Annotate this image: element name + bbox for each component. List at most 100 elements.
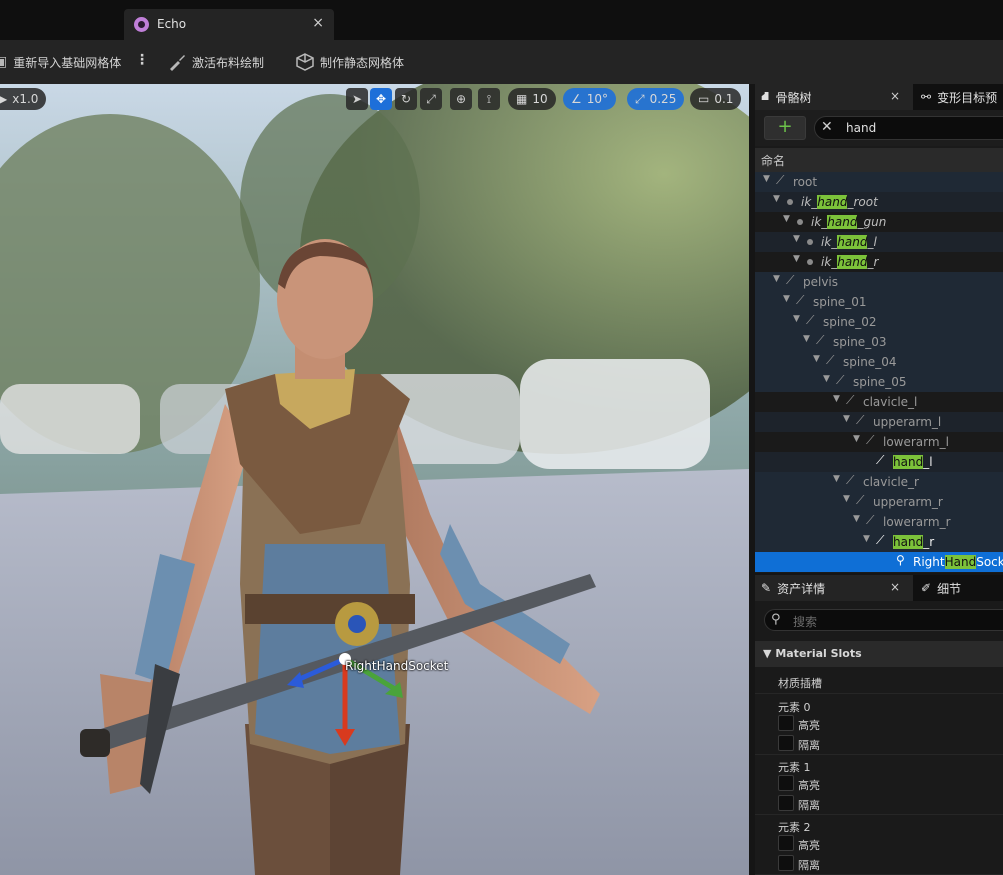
highlight-checkbox[interactable] (778, 775, 794, 791)
label-prefix: ik_ (821, 235, 838, 249)
expand-arrow-icon[interactable]: ▼ (843, 414, 850, 424)
virtual-bone-icon (807, 259, 813, 265)
tree-row[interactable]: ▼ ⟋ clavicle_l (755, 392, 1003, 412)
viewport[interactable]: ▶ x1.0 ➤ ✥ ↻ ⤢ ⊕ ⟟ ▦ 10 ∠ 10° ⤢ 0.25 ▭ 0… (0, 84, 749, 875)
tree-row[interactable]: ▼ ⟋ upperarm_r (755, 492, 1003, 512)
isolate-checkbox[interactable] (778, 795, 794, 811)
isolate-label: 隔离 (798, 799, 820, 812)
tree-row[interactable]: ▼ ik_hand_r (755, 252, 1003, 272)
divider (755, 693, 1003, 694)
tree-row[interactable]: ▼ ⟋ pelvis (755, 272, 1003, 292)
tree-row-label: root (793, 175, 817, 189)
clear-search-icon[interactable]: ✕ (821, 119, 833, 135)
expand-arrow-icon[interactable]: ▼ (783, 294, 790, 304)
skeleton-search-input[interactable]: ✕ hand (814, 116, 1003, 140)
search-highlight: Hand (944, 555, 977, 569)
select-mode-icon[interactable]: ➤ (346, 88, 368, 110)
skeleton-tree-panel: ⛘ 骨骼树 × ⚯ 变形目标预 + ✕ hand 命名 ▼ ⟋ root ▼ ik_ha… (755, 84, 1003, 573)
isolate-checkbox[interactable] (778, 735, 794, 751)
expand-arrow-icon[interactable]: ▼ (763, 174, 770, 184)
element-label: 元素 1 (778, 761, 811, 774)
translate-mode-icon[interactable]: ✥ (370, 88, 392, 110)
expand-arrow-icon[interactable]: ▼ (843, 494, 850, 504)
tree-row[interactable]: ▼ ⟋ spine_03 (755, 332, 1003, 352)
search-value: hand (846, 121, 877, 135)
tree-row[interactable]: ▼ ⟋ spine_05 (755, 372, 1003, 392)
more-options-icon[interactable]: ⋮ (135, 52, 149, 68)
label-suffix: _l (923, 455, 933, 469)
close-icon[interactable]: × (890, 89, 900, 103)
expand-arrow-icon[interactable]: ▼ (813, 354, 820, 364)
tree-row[interactable]: ▼ ⟋ lowerarm_r (755, 512, 1003, 532)
label-prefix: ik_ (821, 255, 838, 269)
highlight-checkbox[interactable] (778, 715, 794, 731)
label-suffix: _l (867, 235, 877, 249)
bone-icon: ⟋ (776, 173, 785, 187)
tab-details[interactable]: ✐ 细节 (915, 575, 1003, 601)
details-search-input[interactable]: ⚲ 搜索 (764, 609, 1003, 631)
tree-row[interactable]: ▼ ⟋ spine_04 (755, 352, 1003, 372)
tab-morph-targets[interactable]: ⚯ 变形目标预 (915, 84, 1003, 110)
expand-arrow-icon[interactable]: ▼ (803, 334, 810, 344)
activate-cloth-paint-button[interactable]: 激活布料绘制 (168, 51, 264, 73)
close-icon[interactable]: × (890, 580, 900, 594)
tree-row[interactable]: ▼ ⟋ root (755, 172, 1003, 192)
label-prefix: clavicle_l (863, 395, 918, 409)
search-highlight: hand (827, 215, 858, 229)
surface-snap-icon[interactable]: ⟟ (478, 88, 500, 110)
camera-speed-chip[interactable]: ▭ 0.1 (690, 88, 742, 110)
highlight-checkbox[interactable] (778, 835, 794, 851)
grid-snap-chip[interactable]: ▦ 10 (508, 88, 556, 110)
highlight-label: 高亮 (798, 719, 820, 732)
expand-arrow-icon[interactable]: ▼ (773, 194, 780, 204)
details-panel-tabs: ✎ 资产详情 × ✐ 细节 (755, 575, 1003, 601)
tree-row-label: lowerarm_r (883, 515, 951, 529)
tree-row-selected[interactable]: ⚲ RightHandSocket (755, 552, 1003, 572)
name-column-header[interactable]: 命名 (755, 148, 1003, 172)
expand-arrow-icon[interactable]: ▼ (823, 374, 830, 384)
material-slots-row: 材质插槽 (755, 672, 1003, 692)
expand-arrow-icon[interactable]: ▼ (833, 394, 840, 404)
grid-snap-value: 10 (532, 92, 548, 106)
expand-arrow-icon[interactable]: ▼ (863, 534, 870, 544)
tree-row-label: spine_05 (853, 375, 906, 389)
scale-mode-icon[interactable]: ⤢ (420, 88, 442, 110)
world-space-icon[interactable]: ⊕ (450, 88, 472, 110)
tree-row[interactable]: ⟋ hand_l (755, 452, 1003, 472)
speed-chip[interactable]: ▶ x1.0 (0, 88, 47, 110)
expand-arrow-icon[interactable]: ▼ (773, 274, 780, 284)
tree-row[interactable]: ▼ ⟋ upperarm_l (755, 412, 1003, 432)
scale-snap-chip[interactable]: ⤢ 0.25 (627, 88, 685, 110)
expand-arrow-icon[interactable]: ▼ (783, 214, 790, 224)
expand-arrow-icon[interactable]: ▼ (793, 314, 800, 324)
tree-row[interactable]: ▼ ⟋ spine_01 (755, 292, 1003, 312)
tree-row[interactable]: ▼ ⟋ clavicle_r (755, 472, 1003, 492)
rotation-snap-chip[interactable]: ∠ 10° (563, 88, 617, 110)
expand-arrow-icon[interactable]: ▼ (853, 434, 860, 444)
rotate-mode-icon[interactable]: ↻ (395, 88, 417, 110)
material-element-header: 元素 2 (755, 816, 1003, 836)
tree-row[interactable]: ▼ ik_hand_gun (755, 212, 1003, 232)
tree-row-label: pelvis (803, 275, 838, 289)
search-highlight: hand (893, 535, 924, 549)
tab-echo[interactable]: Echo × (124, 9, 334, 40)
expand-arrow-icon[interactable]: ▼ (793, 234, 800, 244)
tree-row[interactable]: ▼ ik_hand_l (755, 232, 1003, 252)
close-icon[interactable]: × (312, 15, 324, 31)
isolate-checkbox[interactable] (778, 855, 794, 871)
material-slots-section-header[interactable]: ▼ Material Slots (755, 641, 1003, 667)
reimport-base-mesh-button[interactable]: ▣ 重新导入基础网格体 (0, 51, 121, 73)
element-label: 元素 0 (778, 701, 811, 714)
search-highlight: hand (817, 195, 848, 209)
expand-arrow-icon[interactable]: ▼ (853, 514, 860, 524)
make-static-mesh-button[interactable]: 制作静态网格体 (296, 51, 404, 73)
tree-row[interactable]: ▼ ⟋ spine_02 (755, 312, 1003, 332)
tree-row[interactable]: ▼ ⟋ hand_r (755, 532, 1003, 552)
play-icon: ▶ (0, 92, 8, 106)
tree-row[interactable]: ▼ ik_hand_root (755, 192, 1003, 212)
expand-arrow-icon[interactable]: ▼ (833, 474, 840, 484)
add-button[interactable]: + (764, 116, 806, 140)
expand-arrow-icon[interactable]: ▼ (793, 254, 800, 264)
tree-row[interactable]: ▼ ⟋ lowerarm_l (755, 432, 1003, 452)
bone-icon: ⟋ (846, 393, 855, 407)
